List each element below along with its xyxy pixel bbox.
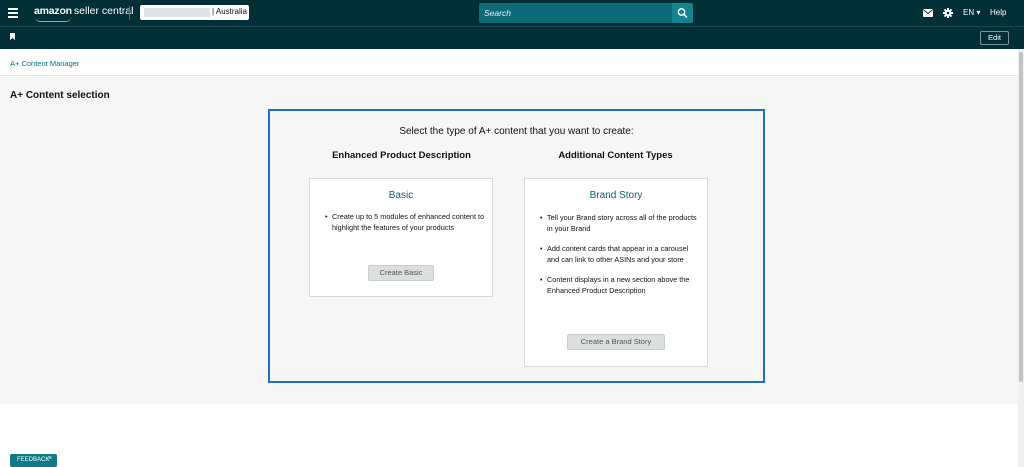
create-basic-button[interactable]: Create Basic (368, 265, 434, 281)
bookmark-icon[interactable] (10, 33, 15, 40)
logo-product: seller central (73, 5, 134, 17)
scrollbar-thumb[interactable] (1019, 52, 1023, 382)
feedback-close-icon[interactable]: × (48, 455, 52, 462)
hamburger-menu-icon[interactable] (8, 8, 18, 18)
settings-gear-icon[interactable] (943, 8, 953, 18)
list-item: Tell your Brand story across all of the … (540, 213, 701, 234)
card-title-basic: Basic (388, 190, 414, 201)
help-link[interactable]: Help (990, 8, 1006, 17)
redacted-account-name (144, 8, 210, 17)
breadcrumb-row (0, 49, 1024, 76)
search-bar (479, 3, 693, 23)
heading-additional-content-types: Additional Content Types (558, 150, 673, 161)
header-divider (129, 6, 130, 20)
breadcrumb-a-plus-content-manager[interactable]: A+ Content Manager (10, 59, 79, 68)
account-region: | Australia (212, 7, 247, 16)
selection-prompt: Select the type of A+ content that you w… (399, 126, 634, 137)
card-title-brand-story: Brand Story (589, 190, 643, 201)
language-selector[interactable]: EN ▾ (963, 8, 980, 17)
create-brand-story-button[interactable]: Create a Brand Story (567, 334, 665, 350)
search-button[interactable] (672, 3, 693, 23)
logo-brand: amazon (34, 5, 72, 17)
heading-enhanced-product-description: Enhanced Product Description (332, 150, 471, 161)
mail-icon[interactable] (923, 9, 933, 17)
search-icon (677, 8, 688, 18)
basic-feature-list: Create up to 5 modules of enhanced conte… (325, 212, 486, 243)
list-item: Content displays in a new section above … (540, 275, 701, 296)
search-input[interactable] (479, 3, 671, 23)
basic-content-card: Basic Create up to 5 modules of enhanced… (309, 178, 493, 297)
edit-button[interactable]: Edit (980, 31, 1009, 45)
brand-story-feature-list: Tell your Brand story across all of the … (540, 213, 701, 306)
account-switcher[interactable]: | Australia (140, 5, 249, 20)
sub-navigation-bar (0, 26, 1024, 49)
page-title: A+ Content selection (10, 90, 110, 101)
list-item: Create up to 5 modules of enhanced conte… (325, 212, 486, 233)
logo-smile (35, 17, 71, 22)
brand-story-card: Brand Story Tell your Brand story across… (524, 178, 708, 367)
amazon-seller-central-logo[interactable]: amazon seller central (34, 5, 134, 22)
list-item: Add content cards that appear in a carou… (540, 244, 701, 265)
